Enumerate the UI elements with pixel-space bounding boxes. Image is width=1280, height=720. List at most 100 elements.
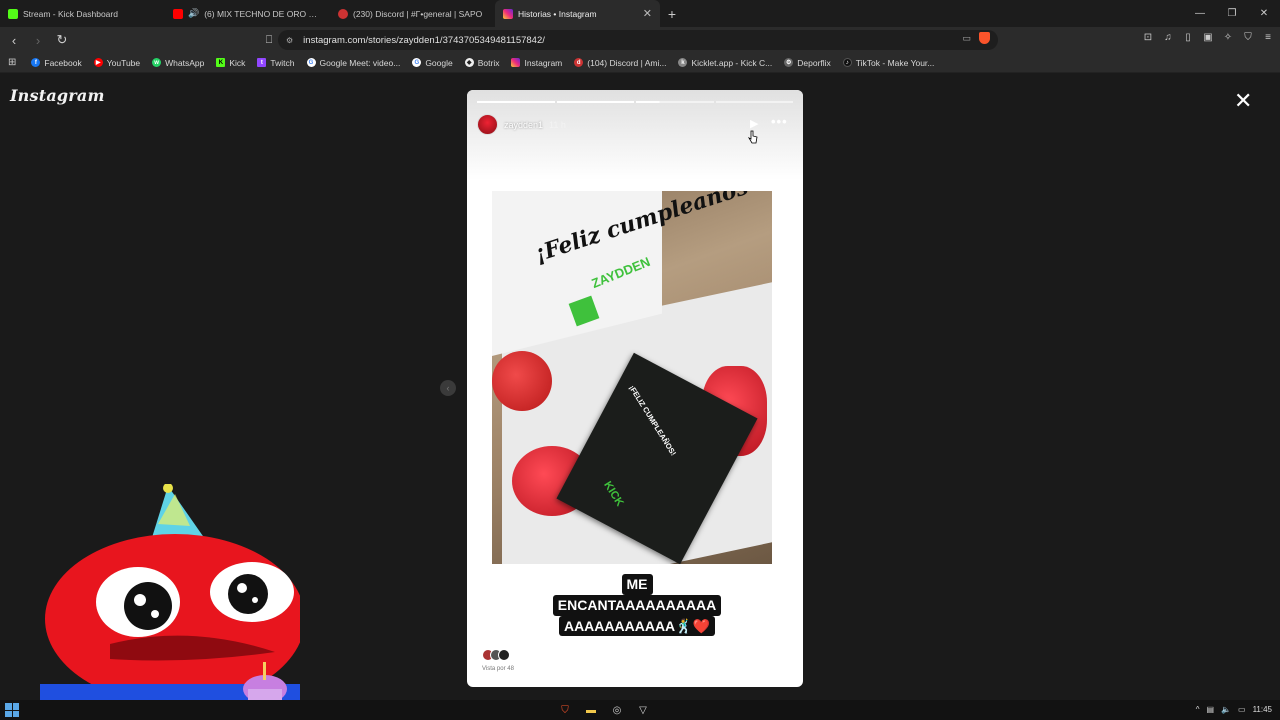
- site-info-icon[interactable]: ⚙: [286, 36, 293, 45]
- restore-icon[interactable]: ❐: [1216, 0, 1248, 27]
- facebook-icon: f: [31, 58, 41, 67]
- battery-icon[interactable]: ▭: [1238, 705, 1246, 714]
- window-controls: — ❐ ✕: [1184, 0, 1280, 27]
- bookmark-label: YouTube: [106, 57, 141, 68]
- close-story-button[interactable]: ✕: [1234, 90, 1252, 112]
- story-username[interactable]: zaydden1: [504, 120, 543, 130]
- play-icon[interactable]: ▶: [750, 117, 758, 130]
- network-icon[interactable]: ▤: [1206, 705, 1214, 714]
- bookmark-kicklet[interactable]: k Kicklet.app - Kick C...: [673, 58, 777, 68]
- clock[interactable]: 11:45: [1253, 705, 1272, 714]
- bookmark-google-meet[interactable]: G Google Meet: video...: [302, 58, 406, 68]
- bookmark-label: TikTok - Make Your...: [855, 57, 935, 68]
- avatar: [498, 649, 510, 661]
- address-bar[interactable]: ⚙ instagram.com/stories/zaydden1/3743705…: [278, 30, 998, 50]
- youtube-icon: [173, 8, 183, 19]
- bookmark-instagram[interactable]: Instagram: [506, 58, 567, 68]
- back-icon[interactable]: ‹: [4, 30, 24, 50]
- tab-title: (230) Discord | #Γ•general | SAPO: [353, 8, 483, 19]
- reload-icon[interactable]: ↻: [52, 30, 72, 50]
- wallet-icon[interactable]: ▣: [1202, 31, 1214, 43]
- whatsapp-icon: w: [152, 58, 162, 67]
- bookmark-label: Facebook: [44, 57, 82, 68]
- toolbar-right: ⊡ ♫ ▯ ▣ ✧ ⛉ ≡: [1142, 31, 1274, 43]
- bookmark-kick[interactable]: K Kick: [211, 58, 250, 68]
- bookmark-label: Kicklet.app - Kick C...: [691, 57, 773, 68]
- vpn-icon[interactable]: ⛉: [1242, 31, 1254, 43]
- close-window-icon[interactable]: ✕: [1248, 0, 1280, 27]
- bookmark-tiktok[interactable]: ♪ TikTok - Make Your...: [838, 58, 940, 68]
- navigation-bar: ‹ › ↻ ⎕ ⚙ instagram.com/stories/zaydden1…: [0, 27, 1280, 53]
- bookmark-discord[interactable]: d (104) Discord | Ami...: [569, 58, 671, 68]
- tab-kick-dashboard[interactable]: Stream - Kick Dashboard: [0, 0, 165, 27]
- music-icon[interactable]: ♫: [1162, 31, 1174, 43]
- menu-icon[interactable]: ≡: [1262, 31, 1274, 43]
- bookmark-label: Botrix: [477, 57, 500, 68]
- previous-story-button[interactable]: ‹: [440, 380, 456, 396]
- bookmark-youtube[interactable]: ▶ YouTube: [89, 58, 145, 68]
- taskbar-apps: ⛉ ▬ ◎ ▽: [558, 703, 650, 717]
- story-time: 11 h: [549, 119, 566, 130]
- tab-youtube-mix[interactable]: 🔊 (6) MIX TECHNO DE ORO DE 80': [165, 0, 330, 27]
- chevron-up-icon[interactable]: ^: [1196, 705, 1200, 714]
- more-options-icon[interactable]: •••: [771, 114, 788, 129]
- tiktok-icon: ♪: [842, 58, 852, 67]
- bookmark-deporflix[interactable]: ⚙ Deporflix: [779, 58, 836, 68]
- minimize-icon[interactable]: —: [1184, 0, 1216, 27]
- kick-icon: [8, 8, 18, 19]
- pepe-sticker-icon: [492, 351, 552, 411]
- discord-icon: d: [574, 58, 584, 67]
- youtube-icon: ▶: [93, 58, 103, 67]
- apps-grid-icon[interactable]: ⊞: [8, 57, 16, 68]
- instagram-icon: [511, 58, 521, 67]
- obs-icon[interactable]: ◎: [610, 703, 624, 717]
- kicklet-icon: k: [678, 58, 688, 67]
- google-icon: G: [412, 58, 422, 67]
- bookmark-label: WhatsApp: [165, 57, 205, 68]
- url-text[interactable]: instagram.com/stories/zaydden1/374370534…: [303, 35, 545, 46]
- gear-icon: ⚙: [784, 58, 794, 67]
- brave-shield-icon[interactable]: [979, 32, 990, 44]
- viewer-avatars[interactable]: [482, 649, 510, 661]
- new-tab-button[interactable]: +: [660, 0, 684, 27]
- sidebar-icon[interactable]: ▯: [1182, 31, 1194, 43]
- cast-icon[interactable]: ▭: [962, 33, 971, 44]
- volume-icon[interactable]: 🔈: [1221, 705, 1231, 714]
- caption-line: ME: [621, 574, 653, 595]
- twitch-icon: t: [257, 58, 267, 67]
- bookmark-label: (104) Discord | Ami...: [587, 57, 667, 68]
- story-caption: ME ENCANTAAAAAAAAAA AAAAAAAAAAA🕺❤️: [537, 574, 737, 637]
- progress-segment: [715, 101, 793, 103]
- bookmark-label: Instagram: [524, 57, 563, 68]
- avatar[interactable]: [477, 114, 498, 135]
- botrix-icon: ◆: [464, 58, 474, 67]
- bookmark-twitch[interactable]: t Twitch: [252, 58, 299, 68]
- bookmark-botrix[interactable]: ◆ Botrix: [460, 58, 505, 68]
- instagram-logo[interactable]: Instagram: [10, 86, 105, 105]
- bookmark-icon[interactable]: ⎕: [259, 30, 279, 50]
- app-icon[interactable]: ▽: [636, 703, 650, 717]
- speaker-icon[interactable]: 🔊: [188, 8, 199, 19]
- taskbar: ⛉ ▬ ◎ ▽ ^ ▤ 🔈 ▭ 11:45: [0, 700, 1280, 720]
- seen-by-count[interactable]: Vista por 48: [482, 666, 514, 672]
- discord-icon: [338, 8, 348, 19]
- bookmark-label: Deporflix: [797, 57, 831, 68]
- bookmark-google[interactable]: G Google: [407, 58, 457, 68]
- file-explorer-icon[interactable]: ▬: [584, 703, 598, 717]
- progress-segment: [477, 101, 555, 103]
- story-card[interactable]: zaydden1 11 h ▶ ••• ¡Feliz cumpleaños ! …: [467, 90, 803, 687]
- tab-discord[interactable]: (230) Discord | #Γ•general | SAPO: [330, 0, 495, 27]
- google-icon: G: [306, 58, 316, 67]
- leo-ai-icon[interactable]: ✧: [1222, 31, 1234, 43]
- story-progress-bar: [477, 101, 793, 103]
- bookmark-whatsapp[interactable]: w WhatsApp: [147, 58, 209, 68]
- bookmark-label: Google: [425, 57, 453, 68]
- tab-instagram-stories[interactable]: Historias • Instagram ✕: [495, 0, 660, 27]
- brave-browser-icon[interactable]: ⛉: [558, 703, 572, 717]
- screenshot-icon[interactable]: ⊡: [1142, 31, 1154, 43]
- close-tab-icon[interactable]: ✕: [643, 7, 652, 20]
- forward-icon[interactable]: ›: [28, 30, 48, 50]
- bookmark-facebook[interactable]: f Facebook: [26, 58, 86, 68]
- bookmarks-bar: ⊞ f Facebook ▶ YouTube w WhatsApp K Kick t Tw…: [0, 53, 1280, 73]
- windows-start-icon[interactable]: [5, 703, 19, 717]
